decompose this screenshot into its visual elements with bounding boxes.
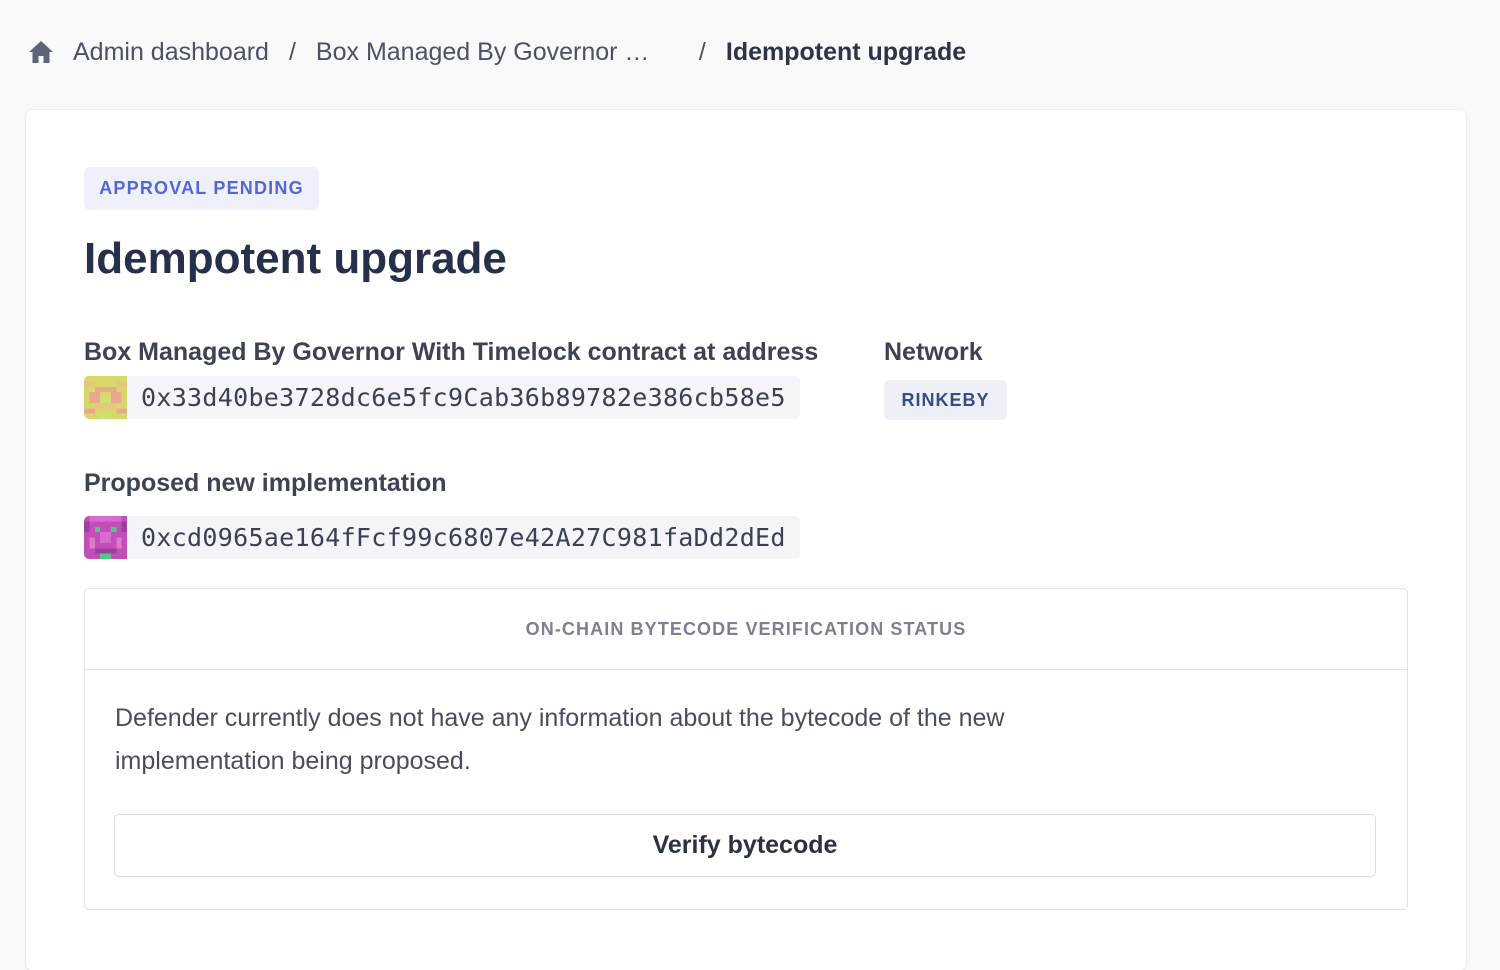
implementation-blockie-icon (84, 516, 127, 559)
implementation-label: Proposed new implementation (84, 469, 447, 497)
implementation-address[interactable]: 0xcd0965ae164fFcf99c6807e42A27C981faDd2d… (84, 516, 800, 559)
contract-address[interactable]: 0x33d40be3728dc6e5fc9Cab36b89782e386cb58… (84, 376, 800, 419)
home-icon[interactable] (28, 39, 54, 65)
page-title: Idempotent upgrade (84, 234, 507, 283)
breadcrumb-current: Idempotent upgrade (725, 37, 967, 66)
implementation-address-text: 0xcd0965ae164fFcf99c6807e42A27C981faDd2d… (141, 523, 786, 552)
breadcrumb-item-contract[interactable]: Box Managed By Governor With Timelock (316, 38, 661, 67)
breadcrumb-item-admin-dashboard[interactable]: Admin dashboard (73, 38, 269, 67)
verify-bytecode-button[interactable]: Verify bytecode (114, 814, 1376, 877)
contract-address-text: 0x33d40be3728dc6e5fc9Cab36b89782e386cb58… (141, 383, 786, 412)
verification-header: ON-CHAIN BYTECODE VERIFICATION STATUS (85, 589, 1407, 670)
contract-blockie-icon (84, 376, 127, 419)
status-badge: APPROVAL PENDING (84, 167, 319, 210)
contract-address-label: Box Managed By Governor With Timelock co… (84, 338, 819, 366)
bytecode-verification-panel: ON-CHAIN BYTECODE VERIFICATION STATUS De… (84, 588, 1408, 910)
breadcrumb-separator: / (288, 37, 296, 66)
network-label: Network (884, 338, 983, 366)
breadcrumb: Admin dashboard / Box Managed By Governo… (28, 34, 966, 70)
verification-message: Defender currently does not have any inf… (115, 704, 1005, 775)
network-badge: RINKEBY (884, 380, 1007, 420)
breadcrumb-separator: / (698, 37, 706, 66)
proposal-card: APPROVAL PENDING Idempotent upgrade Box … (26, 110, 1466, 970)
